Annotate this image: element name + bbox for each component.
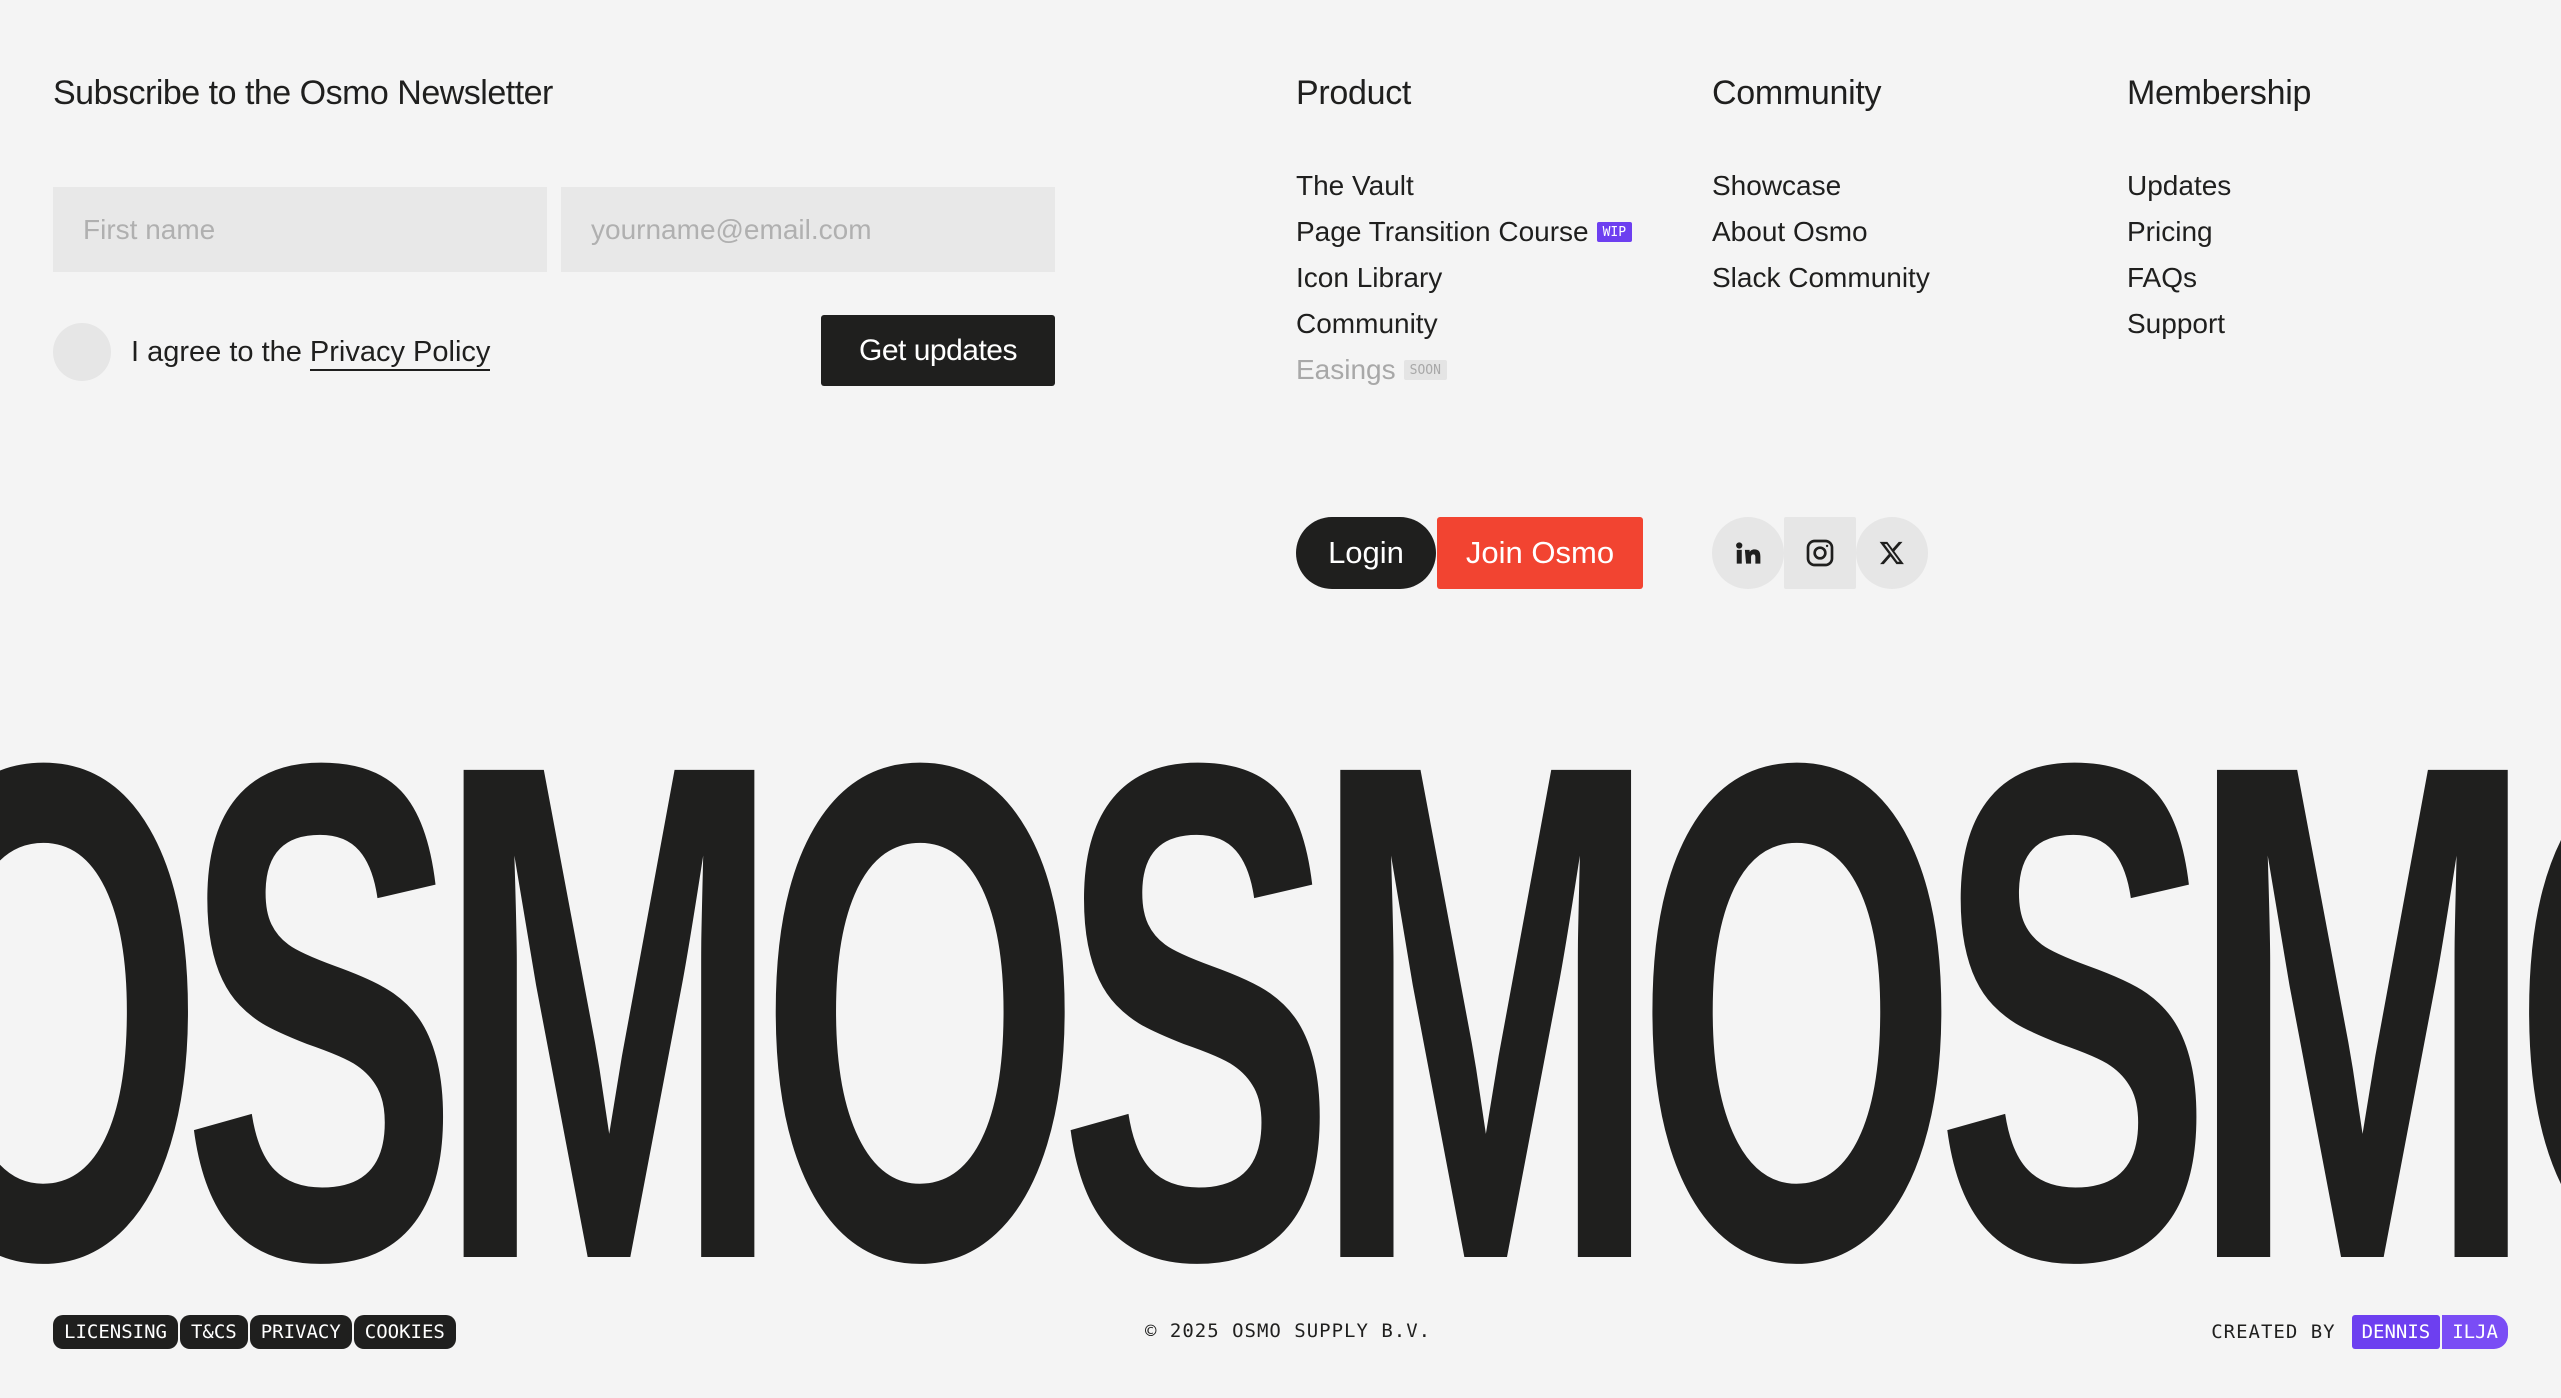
product-column-title: Product: [1296, 74, 1412, 112]
wordmark-text: OSMOSMOSMO: [0, 700, 2561, 1300]
product-link-icon-library[interactable]: Icon Library: [1296, 255, 1632, 301]
created-by-label: CREATED BY: [2211, 1321, 2336, 1343]
newsletter-title: Subscribe to the Osmo Newsletter: [53, 74, 553, 112]
community-link-about-osmo[interactable]: About Osmo: [1712, 209, 1930, 255]
product-link-the-vault[interactable]: The Vault: [1296, 163, 1632, 209]
cookies-link[interactable]: COOKIES: [353, 1315, 456, 1349]
licensing-link[interactable]: LICENSING: [53, 1315, 178, 1349]
login-button[interactable]: Login: [1296, 517, 1436, 589]
email-input[interactable]: [561, 187, 1055, 272]
get-updates-button[interactable]: Get updates: [821, 315, 1055, 386]
product-link-page-transition-course[interactable]: Page Transition Course WIP: [1296, 209, 1633, 255]
privacy-policy-link[interactable]: Privacy Policy: [309, 336, 491, 371]
privacy-checkbox[interactable]: [53, 323, 111, 381]
membership-link-faqs[interactable]: FAQs: [2127, 255, 2311, 301]
privacy-link[interactable]: PRIVACY: [249, 1315, 352, 1349]
creator-ilja-link[interactable]: ILJA: [2442, 1315, 2508, 1349]
legal-links: LICENSING T&CS PRIVACY COOKIES: [53, 1315, 456, 1349]
copyright-text: © 2025 OSMO SUPPLY B.V.: [1145, 1320, 1432, 1342]
membership-link-pricing[interactable]: Pricing: [2127, 209, 2311, 255]
product-column: Product The Vault Page Transition Course…: [1296, 74, 1633, 393]
join-osmo-button[interactable]: Join Osmo: [1437, 517, 1643, 589]
community-column: Community Showcase About Osmo Slack Comm…: [1712, 74, 1930, 301]
privacy-agree-label: I agree to the Privacy Policy: [131, 336, 491, 371]
membership-link-updates[interactable]: Updates: [2127, 163, 2311, 209]
product-link-easings: Easings SOON: [1296, 347, 1632, 393]
x-icon[interactable]: [1856, 517, 1928, 589]
creator-dennis-link[interactable]: DENNIS: [2351, 1315, 2441, 1349]
agree-text: I agree to the: [131, 336, 302, 368]
wip-badge: WIP: [1596, 222, 1633, 242]
community-column-title: Community: [1712, 74, 1882, 112]
membership-column-title: Membership: [2127, 74, 2312, 112]
membership-column: Membership Updates Pricing FAQs Support: [2127, 74, 2311, 347]
instagram-icon[interactable]: [1784, 517, 1856, 589]
osmo-wordmark: OSMOSMOSMO: [0, 700, 2561, 1300]
credits: CREATED BY DENNIS ILJA: [2211, 1315, 2508, 1349]
linkedin-icon[interactable]: [1712, 517, 1784, 589]
community-link-slack-community[interactable]: Slack Community: [1712, 255, 1930, 301]
first-name-input[interactable]: [53, 187, 547, 272]
terms-link[interactable]: T&CS: [179, 1315, 248, 1349]
soon-badge: SOON: [1403, 360, 1447, 380]
membership-link-support[interactable]: Support: [2127, 301, 2311, 347]
community-link-showcase[interactable]: Showcase: [1712, 163, 1930, 209]
product-link-community[interactable]: Community: [1296, 301, 1632, 347]
